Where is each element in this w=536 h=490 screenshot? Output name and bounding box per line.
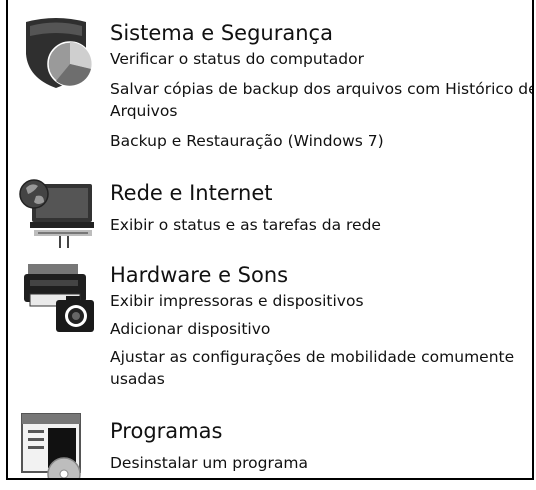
- link-file-history-backup[interactable]: Salvar cópias de backup dos arquivos com…: [110, 78, 532, 122]
- printer-camera-icon[interactable]: [16, 254, 96, 334]
- control-panel-categories: Sistema e Segurança Verificar o status d…: [6, 0, 534, 480]
- link-printers-devices[interactable]: Exibir impressoras e dispositivos: [110, 290, 364, 312]
- shield-pie-icon[interactable]: [16, 12, 96, 92]
- category-title[interactable]: Rede e Internet: [110, 180, 272, 206]
- link-add-device[interactable]: Adicionar dispositivo: [110, 318, 270, 340]
- category-title[interactable]: Sistema e Segurança: [110, 20, 333, 46]
- network-globe-icon[interactable]: [16, 172, 96, 252]
- link-uninstall-program[interactable]: Desinstalar um programa: [110, 452, 308, 474]
- category-title[interactable]: Hardware e Sons: [110, 262, 288, 288]
- link-backup-restore[interactable]: Backup e Restauração (Windows 7): [110, 130, 384, 152]
- link-check-status[interactable]: Verificar o status do computador: [110, 48, 364, 70]
- programs-disc-icon[interactable]: [16, 408, 96, 478]
- category-title[interactable]: Programas: [110, 418, 222, 444]
- link-mobility-settings[interactable]: Ajustar as configurações de mobilidade c…: [110, 346, 532, 390]
- link-network-status[interactable]: Exibir o status e as tarefas da rede: [110, 214, 381, 236]
